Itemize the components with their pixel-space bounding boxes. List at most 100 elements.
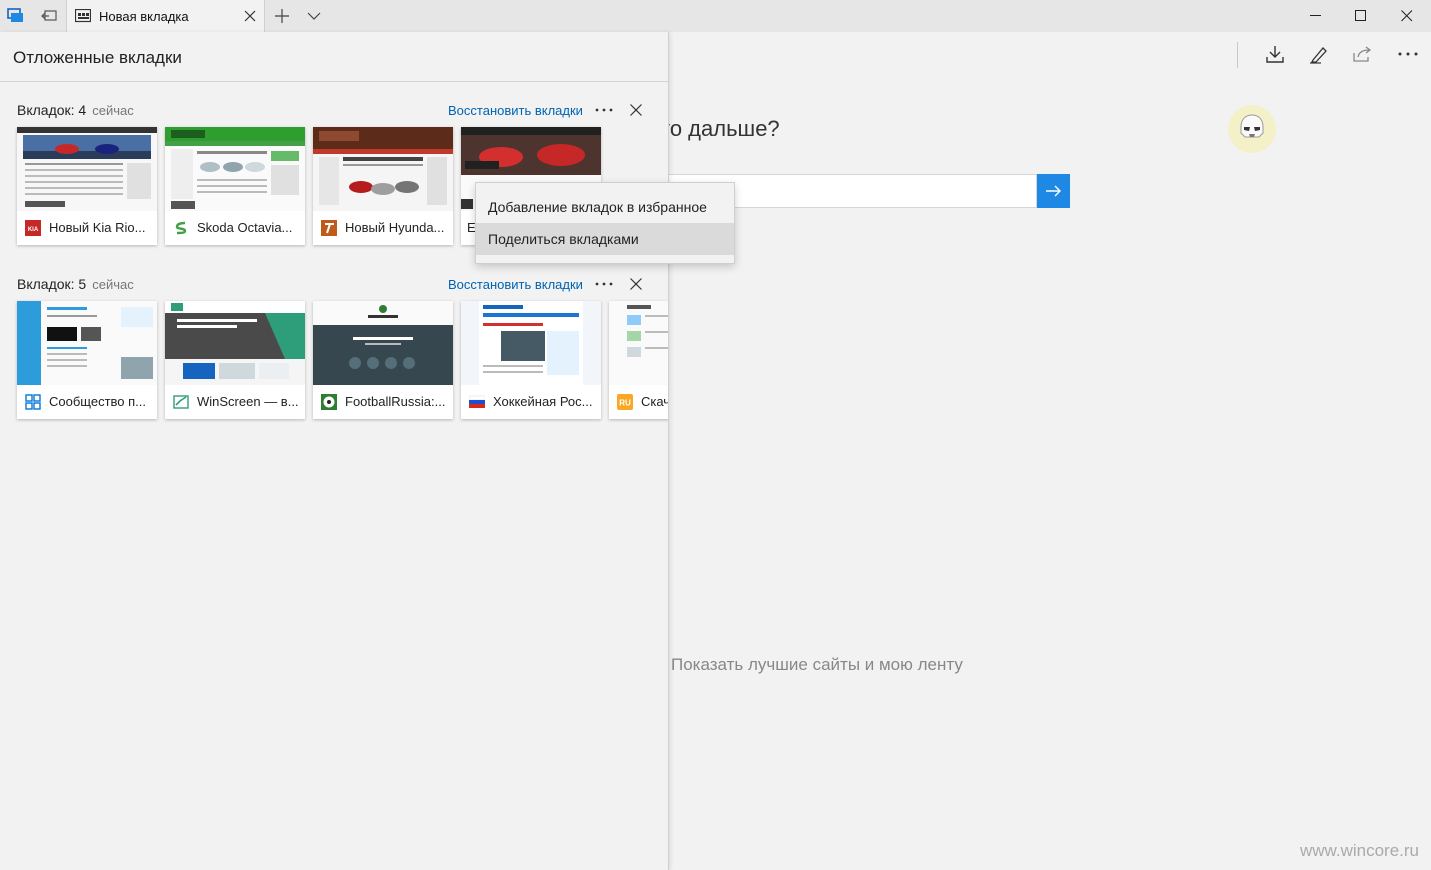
tab-thumbnail	[461, 301, 601, 385]
ntp-question: то дальше?	[660, 116, 780, 141]
more-icon	[595, 108, 613, 112]
maximize-icon	[1355, 10, 1366, 21]
tab-card[interactable]: Сообщество п...	[17, 301, 157, 419]
tabs-aside-icon	[7, 8, 23, 22]
tab-preview-toggle[interactable]	[298, 0, 330, 32]
group-close-button[interactable]	[626, 100, 646, 120]
tab-thumbnail	[17, 301, 157, 385]
football-icon	[321, 394, 337, 410]
set-aside-icon	[41, 10, 57, 21]
restore-tabs-link[interactable]: Восстановить вкладки	[448, 103, 583, 118]
search-go-button[interactable]	[1037, 174, 1070, 208]
tab-thumbnail	[17, 127, 157, 211]
group-more-button[interactable]	[592, 98, 616, 122]
close-icon	[630, 278, 642, 290]
tab-card-label: FootballRussia:...	[345, 394, 446, 409]
tab-card[interactable]: KIA Новый Kia Rio...	[17, 127, 157, 245]
downloads-button[interactable]	[1258, 38, 1292, 70]
tab-card[interactable]: RU Скач	[609, 301, 669, 419]
close-window-button[interactable]	[1384, 0, 1430, 32]
tab-card[interactable]: WinScreen — в...	[165, 301, 305, 419]
skoda-page-thumbnail	[165, 127, 305, 211]
arrow-right-icon	[1045, 185, 1061, 197]
tab-card[interactable]: Хоккейная Рос...	[461, 301, 601, 419]
toolbar-separator	[1237, 42, 1238, 68]
tab-group-2: Вкладок: 5 сейчас Восстановить вкладки С…	[0, 274, 669, 436]
group-header: Вкладок: 4 сейчас	[17, 102, 134, 122]
share-button[interactable]	[1346, 38, 1380, 70]
kia-page-thumbnail	[17, 127, 157, 211]
new-tab-button[interactable]	[266, 0, 298, 32]
tab-card-label: Новый Hyunda...	[345, 220, 445, 235]
tab-card[interactable]: Skoda Octavia...	[165, 127, 305, 245]
group-more-button[interactable]	[592, 272, 616, 296]
title-bar: Новая вкладка	[0, 0, 1431, 33]
winscreen-icon	[173, 395, 189, 409]
more-button[interactable]	[1391, 38, 1425, 70]
close-icon	[630, 104, 642, 116]
minimize-button[interactable]	[1293, 0, 1339, 32]
tab-close-button[interactable]	[242, 8, 258, 24]
tab-card-label: Скач	[641, 394, 669, 409]
avatar[interactable]	[1228, 105, 1276, 153]
group-close-button[interactable]	[626, 274, 646, 294]
more-icon	[1398, 52, 1418, 56]
web-note-button[interactable]	[1302, 38, 1336, 70]
svg-text:KIA: KIA	[28, 227, 39, 233]
group-context-menu: Добавление вкладок в избранное Поделитьс…	[475, 182, 735, 264]
winscreen-page-thumbnail	[165, 301, 305, 385]
group-count: Вкладок: 5	[17, 276, 87, 292]
plus-icon	[275, 9, 289, 23]
group-header: Вкладок: 5 сейчас	[17, 276, 134, 296]
hyundai-page-thumbnail	[313, 127, 453, 211]
show-top-sites-link[interactable]: Показать лучшие сайты и мою ленту	[671, 655, 963, 675]
download-icon	[1266, 46, 1284, 63]
russia-flag-icon	[469, 395, 485, 408]
tabs-aside-panel: Отложенные вкладки Вкладок: 4 сейчас Восс…	[0, 32, 669, 870]
tab-thumbnail	[165, 301, 305, 385]
menu-item-share-tabs[interactable]: Поделиться вкладками	[476, 223, 734, 255]
tab-thumbnail	[313, 301, 453, 385]
kia-icon: KIA	[25, 220, 41, 236]
tab-card-label: Сообщество п...	[49, 394, 147, 409]
tab-card-label: WinScreen — в...	[197, 394, 299, 409]
close-window-icon	[1401, 10, 1413, 22]
hockey-page-thumbnail	[461, 301, 601, 385]
restore-tabs-link[interactable]: Восстановить вкладки	[448, 277, 583, 292]
ru-icon: RU	[617, 394, 633, 410]
tab-thumbnail	[313, 127, 453, 211]
menu-item-add-to-favorites[interactable]: Добавление вкладок в избранное	[476, 191, 734, 223]
chevron-down-icon	[307, 12, 321, 20]
download-page-thumbnail	[609, 301, 668, 385]
community-page-thumbnail	[17, 301, 157, 385]
svg-text:RU: RU	[619, 399, 631, 408]
football-page-thumbnail	[313, 301, 453, 385]
tab-thumbnail	[165, 127, 305, 211]
drom-icon	[173, 220, 189, 236]
share-icon	[1353, 46, 1372, 62]
more-icon	[595, 282, 613, 286]
tab-card[interactable]: FootballRussia:...	[313, 301, 453, 419]
tab-thumbnail	[609, 301, 668, 385]
browser-toolbar	[669, 32, 1431, 76]
stormtrooper-icon	[1240, 114, 1264, 138]
windows-icon	[25, 394, 41, 410]
tab-card-label: Хоккейная Рос...	[493, 394, 593, 409]
tab-new-tab[interactable]: Новая вкладка	[66, 0, 265, 33]
tab-title: Новая вкладка	[99, 9, 189, 24]
panel-divider	[0, 81, 668, 82]
panel-title: Отложенные вкладки	[13, 48, 182, 67]
new-tab-favicon-icon	[75, 9, 91, 23]
close-icon	[244, 10, 256, 22]
tab-card[interactable]: Новый Hyunda...	[313, 127, 453, 245]
minimize-icon	[1310, 15, 1321, 16]
tabs-aside-button[interactable]	[0, 0, 32, 32]
tab-card-label: Skoda Octavia...	[197, 220, 293, 235]
set-aside-button[interactable]	[33, 0, 65, 32]
pen-icon	[1310, 47, 1327, 64]
maximize-button[interactable]	[1338, 0, 1384, 32]
group-count: Вкладок: 4	[17, 102, 87, 118]
group-time: сейчас	[92, 103, 134, 118]
watermark: www.wincore.ru	[1299, 841, 1419, 860]
tucson-icon	[321, 220, 337, 236]
